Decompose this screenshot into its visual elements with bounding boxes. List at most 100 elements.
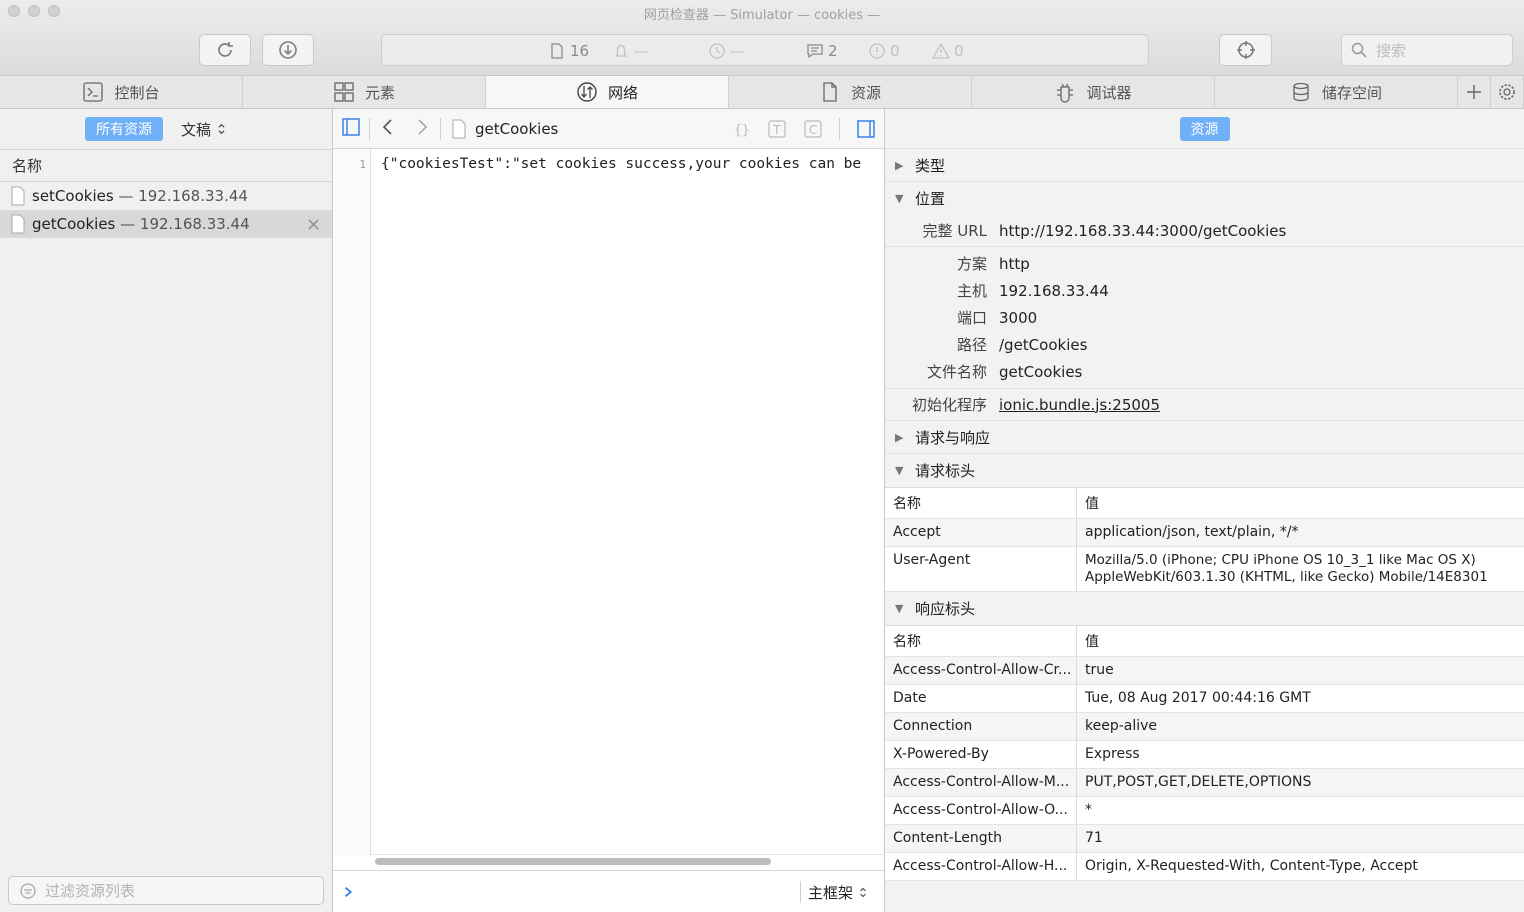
search-placeholder: 搜索 xyxy=(1376,41,1407,60)
sidebar-right-icon[interactable] xyxy=(856,119,876,139)
table-row[interactable]: Access-Control-Allow-M... PUT,POST,GET,DE… xyxy=(885,769,1524,797)
storage-icon xyxy=(1293,82,1309,102)
table-header-row: 名称 值 xyxy=(885,626,1524,657)
disclosure-triangle-icon: ▼ xyxy=(895,464,904,477)
section-request-headers[interactable]: ▼ 请求标头 xyxy=(885,454,1524,487)
svg-text:C: C xyxy=(809,123,817,137)
tab-elements[interactable]: 元素 xyxy=(243,76,486,108)
forward-button[interactable] xyxy=(412,117,432,141)
filter-resources-field[interactable]: 过滤资源列表 xyxy=(8,876,324,905)
load-time: — xyxy=(708,41,745,61)
code-text[interactable]: {"cookiesTest":"set cookies success,your… xyxy=(381,156,881,172)
chevron-left-icon xyxy=(382,118,392,135)
location-host: 主机 192.168.33.44 xyxy=(956,281,1109,301)
line-number: 1 xyxy=(359,158,366,171)
chevron-right-icon xyxy=(418,118,428,135)
download-button[interactable] xyxy=(262,34,314,66)
pretty-print-icon[interactable]: {} xyxy=(731,119,751,139)
resource-row[interactable]: setCookies — 192.168.33.44 xyxy=(0,182,332,210)
resource-sidebar: 所有资源 文稿 名称 setCookies — 192.168.33.44 ge… xyxy=(0,109,333,912)
filter-icon xyxy=(20,882,36,899)
inspect-element-button[interactable] xyxy=(1219,34,1272,66)
window-title: 网页检查器 — Simulator — cookies — xyxy=(643,8,881,23)
horizontal-scrollbar[interactable] xyxy=(375,858,771,865)
settings-button[interactable] xyxy=(1491,76,1524,108)
back-button[interactable] xyxy=(378,117,398,141)
document-icon xyxy=(823,82,837,102)
reload-button[interactable] xyxy=(199,34,251,66)
log-count[interactable]: 2 xyxy=(806,41,838,61)
location-initiator: 初始化程序 ionic.bundle.js:25005 xyxy=(885,389,1524,421)
network-load: — xyxy=(612,41,649,61)
activity-viewer[interactable]: 16 — — 2 0 0 xyxy=(381,34,1149,66)
breadcrumb[interactable]: getCookies xyxy=(449,119,558,139)
table-row[interactable]: Accept application/json, text/plain, */* xyxy=(885,519,1524,547)
details-resource-tab[interactable]: 资源 xyxy=(1179,116,1230,141)
table-row[interactable]: User-Agent Mozilla/5.0 (iPhone; CPU iPho… xyxy=(885,547,1524,592)
new-tab-button[interactable] xyxy=(1458,76,1491,108)
reload-icon xyxy=(218,42,233,57)
column-header-name[interactable]: 名称 xyxy=(0,149,332,182)
console-input[interactable] xyxy=(363,879,793,905)
search-icon xyxy=(1351,42,1367,58)
debugger-icon xyxy=(1057,83,1074,103)
tab-resources[interactable]: 资源 xyxy=(729,76,972,108)
table-row[interactable]: Access-Control-Allow-H... Origin, X-Reque… xyxy=(885,853,1524,881)
sidebar-left-icon xyxy=(342,117,360,136)
search-field[interactable]: 搜索 xyxy=(1341,34,1513,66)
scope-bar: 所有资源 文稿 xyxy=(0,109,332,149)
table-row[interactable]: Date Tue, 08 Aug 2017 00:44:16 GMT xyxy=(885,685,1524,713)
tab-network[interactable]: 网络 xyxy=(486,76,729,108)
tab-storage[interactable]: 储存空间 xyxy=(1215,76,1458,108)
table-row[interactable]: Connection keep-alive xyxy=(885,713,1524,741)
type-icon[interactable]: T xyxy=(767,119,787,139)
resource-row-selected[interactable]: getCookies — 192.168.33.44 xyxy=(0,210,332,238)
location-full-url: 完整 URL http://192.168.33.44:3000/getCook… xyxy=(885,215,1524,247)
scope-document-select[interactable]: 文稿 xyxy=(181,119,226,140)
clock-icon xyxy=(709,43,725,59)
initiator-link[interactable]: ionic.bundle.js:25005 xyxy=(999,396,1160,414)
table-row[interactable]: Access-Control-Allow-Cr... true xyxy=(885,657,1524,685)
web-inspector-window: 网页检查器 — Simulator — cookies — 16 — — 2 0… xyxy=(0,0,1524,912)
message-icon xyxy=(807,44,823,59)
file-icon xyxy=(11,214,25,234)
warning-count[interactable]: 0 xyxy=(932,41,964,61)
section-response-headers[interactable]: ▼ 响应标头 xyxy=(885,592,1524,625)
chevron-updown-icon xyxy=(860,887,866,898)
tab-debugger[interactable]: 调试器 xyxy=(972,76,1215,108)
svg-text:{}: {} xyxy=(734,123,750,138)
bell-icon xyxy=(614,44,628,57)
location-port: 端口 3000 xyxy=(956,308,1038,328)
section-location[interactable]: ▼ 位置 xyxy=(885,182,1524,215)
file-icon xyxy=(452,119,466,138)
tab-console[interactable]: 控制台 xyxy=(0,76,243,108)
prompt-chevron-icon xyxy=(345,887,353,897)
disclosure-triangle-icon: ▶ xyxy=(895,158,904,172)
elements-icon xyxy=(334,82,354,102)
section-request-response[interactable]: ▶ 请求与响应 xyxy=(885,421,1524,454)
tab-bar: 控制台 元素 网络 资源 调试器 储存空间 xyxy=(0,76,1524,109)
resource-count[interactable]: 16 xyxy=(548,41,589,61)
scope-all-resources[interactable]: 所有资源 xyxy=(85,117,163,141)
chevron-updown-icon xyxy=(218,123,225,135)
titlebar: 网页检查器 — Simulator — cookies — 16 — — 2 0… xyxy=(0,0,1524,76)
execution-context-select[interactable]: 主框架 xyxy=(808,882,867,903)
download-icon xyxy=(279,41,297,59)
table-row[interactable]: X-Powered-By Express xyxy=(885,741,1524,769)
network-icon xyxy=(577,82,597,102)
error-count[interactable]: 0 xyxy=(868,41,900,61)
toggle-navigation-sidebar-button[interactable] xyxy=(341,117,361,141)
code-coverage-icon[interactable]: C xyxy=(803,119,823,139)
section-type[interactable]: ▶ 类型 xyxy=(885,149,1524,182)
request-headers-table: 名称 值 Accept application/json, text/plain… xyxy=(885,487,1524,592)
table-row[interactable]: Access-Control-Allow-O... * xyxy=(885,797,1524,825)
response-headers-table: 名称 值 Access-Control-Allow-Cr... true Date… xyxy=(885,625,1524,881)
line-gutter: 1 xyxy=(333,149,371,856)
content-view: getCookies {} T C 1 {"cookiesTest":"set … xyxy=(333,109,884,912)
plus-icon xyxy=(1467,85,1481,99)
disclosure-triangle-icon: ▼ xyxy=(895,602,904,615)
details-sidebar: 资源 ▶ 类型 ▼ 位置 完整 URL http://192.168.33.44… xyxy=(884,109,1524,912)
close-icon[interactable] xyxy=(307,218,320,231)
table-row[interactable]: Content-Length 71 xyxy=(885,825,1524,853)
navigation-bar: getCookies {} T C xyxy=(333,109,884,149)
